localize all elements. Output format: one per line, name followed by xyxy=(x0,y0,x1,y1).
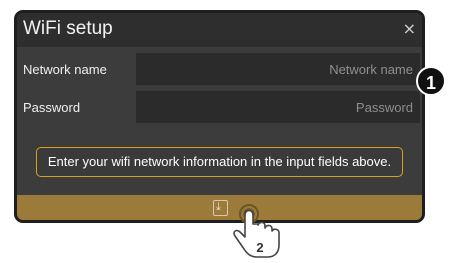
save-icon: ⤓ xyxy=(216,200,221,213)
close-icon[interactable]: × xyxy=(403,19,416,38)
password-row: Password xyxy=(17,91,422,123)
network-name-label: Network name xyxy=(23,62,107,77)
instruction-hint: Enter your wifi network information in t… xyxy=(36,147,403,177)
wifi-setup-dialog: WiFi setup × Network name Password Enter… xyxy=(14,10,425,223)
dialog-titlebar: WiFi setup × xyxy=(17,13,422,47)
password-input[interactable] xyxy=(136,91,420,123)
dialog-title: WiFi setup xyxy=(23,18,113,39)
tap-hand-icon: 2 xyxy=(233,204,280,258)
password-label: Password xyxy=(23,100,81,115)
step-2-marker: 2 xyxy=(256,240,263,255)
dialog-footer: ⤓ xyxy=(17,195,422,220)
step-1-marker: 1 xyxy=(416,66,446,96)
network-name-input[interactable] xyxy=(136,53,420,85)
network-name-row: Network name xyxy=(17,53,422,85)
